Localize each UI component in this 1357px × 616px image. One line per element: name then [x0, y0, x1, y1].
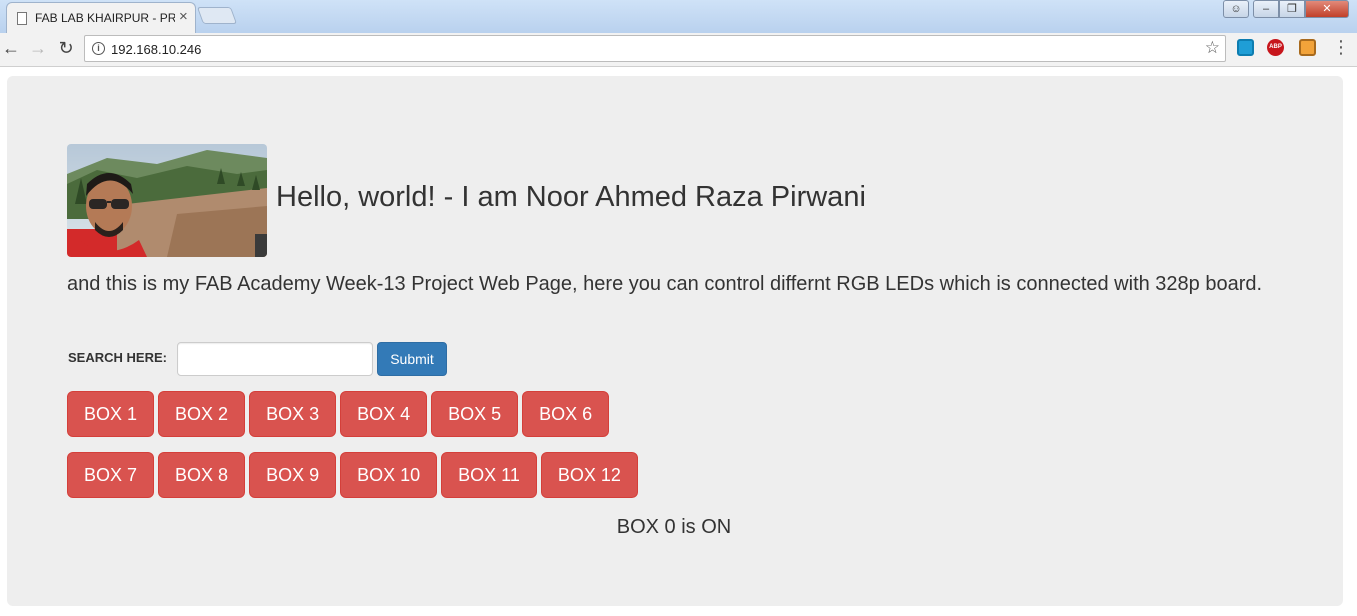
close-window-button[interactable]: ✕	[1305, 0, 1349, 18]
forward-arrow-icon[interactable]: →	[27, 37, 49, 59]
address-bar[interactable]: i ☆	[84, 35, 1226, 62]
browser-toolbar: ← → ↻ i ☆ ABP ⋮	[0, 33, 1357, 67]
info-icon[interactable]: i	[92, 42, 105, 55]
minimize-button[interactable]: –	[1253, 0, 1279, 18]
box-2-button[interactable]: BOX 2	[158, 391, 246, 437]
tab-title: FAB LAB KHAIRPUR - PROJECT	[35, 11, 175, 25]
user-profile-icon[interactable]: ☺	[1223, 0, 1249, 18]
box-buttons-row-2: BOX 7 BOX 8 BOX 9 BOX 10 BOX 11 BOX 12	[67, 452, 642, 498]
box-buttons-row-1: BOX 1 BOX 2 BOX 3 BOX 4 BOX 5 BOX 6	[67, 391, 613, 437]
page-icon	[17, 12, 27, 25]
adblock-extension-icon[interactable]: ABP	[1267, 39, 1284, 56]
submit-button[interactable]: Submit	[377, 342, 447, 376]
box-6-button[interactable]: BOX 6	[522, 391, 610, 437]
page-viewport: Hello, world! - I am Noor Ahmed Raza Pir…	[0, 68, 1357, 616]
kebab-menu-icon[interactable]: ⋮	[1332, 38, 1350, 56]
profile-photo	[67, 144, 267, 257]
browser-tab[interactable]: FAB LAB KHAIRPUR - PROJECT ×	[6, 2, 196, 33]
tab-close-icon[interactable]: ×	[179, 8, 188, 26]
star-icon[interactable]: ☆	[1205, 38, 1220, 58]
box-9-button[interactable]: BOX 9	[249, 452, 337, 498]
search-input[interactable]	[177, 342, 373, 376]
window-controls: ☺ – ❐ ✕	[1223, 0, 1349, 20]
box-8-button[interactable]: BOX 8	[158, 452, 246, 498]
reload-icon[interactable]: ↻	[55, 37, 77, 59]
jumbotron: Hello, world! - I am Noor Ahmed Raza Pir…	[7, 76, 1343, 606]
box-1-button[interactable]: BOX 1	[67, 391, 155, 437]
cast-extension-icon[interactable]	[1237, 39, 1254, 56]
url-input[interactable]	[111, 39, 1191, 59]
box-4-button[interactable]: BOX 4	[340, 391, 428, 437]
browser-titlebar: FAB LAB KHAIRPUR - PROJECT × ☺ – ❐ ✕	[0, 0, 1357, 33]
box-10-button[interactable]: BOX 10	[340, 452, 438, 498]
box-5-button[interactable]: BOX 5	[431, 391, 519, 437]
search-label: SEARCH HERE:	[68, 350, 167, 365]
new-tab-button[interactable]	[196, 7, 238, 24]
back-arrow-icon[interactable]: ←	[0, 37, 22, 59]
intro-paragraph: and this is my FAB Academy Week-13 Proje…	[67, 273, 1263, 295]
edit-extension-icon[interactable]	[1299, 39, 1316, 56]
status-text: BOX 0 is ON	[7, 516, 1343, 539]
page-title: Hello, world! - I am Noor Ahmed Raza Pir…	[276, 181, 866, 213]
box-7-button[interactable]: BOX 7	[67, 452, 155, 498]
box-12-button[interactable]: BOX 12	[540, 452, 638, 498]
status-label: BOX 0 is ON	[616, 516, 732, 538]
box-11-button[interactable]: BOX 11	[441, 452, 537, 498]
box-3-button[interactable]: BOX 3	[249, 391, 337, 437]
restore-button[interactable]: ❐	[1279, 0, 1305, 18]
